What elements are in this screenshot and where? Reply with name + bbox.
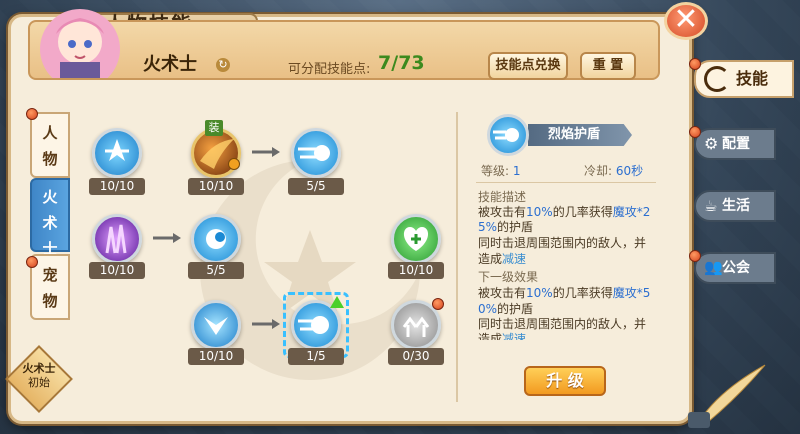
guild-people-icon: 👥 bbox=[704, 258, 723, 276]
points-total: 73 bbox=[398, 52, 425, 74]
next-line: 同时击退周围范围内的敌人，并 bbox=[478, 317, 647, 331]
level-info: 等级: 1 bbox=[481, 162, 521, 179]
desc-line: 5%的护盾 bbox=[478, 220, 533, 235]
sidenav-notify-dot bbox=[689, 250, 701, 262]
tree-arrow bbox=[252, 147, 280, 157]
skill-notify-dot bbox=[432, 298, 444, 310]
next-text: 的护盾 bbox=[497, 302, 534, 316]
class-badge-line1: 火术士 bbox=[22, 362, 56, 375]
next-line: 0%的护盾 bbox=[478, 302, 533, 317]
close-button[interactable]: ✕ bbox=[664, 2, 708, 40]
tab-character[interactable]: 人 物 bbox=[30, 112, 70, 178]
equip-tag: 装 bbox=[205, 120, 223, 136]
tab-pet-dot bbox=[26, 256, 38, 268]
avatar bbox=[30, 4, 130, 78]
tab-character-dot bbox=[26, 108, 38, 120]
desc-text: 的护盾 bbox=[497, 220, 534, 234]
next-highlight: 10% bbox=[526, 286, 553, 300]
next-text: 的几率获得 bbox=[552, 286, 613, 300]
cooldown-value: 60秒 bbox=[615, 164, 644, 178]
tab-fire-mage-label: 火 术 士 bbox=[42, 188, 58, 258]
skill-count: 5/5 bbox=[288, 178, 344, 195]
tree-arrow bbox=[153, 233, 181, 243]
tree-arrow bbox=[252, 319, 280, 329]
next-text: 造成 bbox=[478, 332, 503, 340]
skill-node-flame-dash[interactable] bbox=[291, 128, 341, 178]
sidenav-guild[interactable]: 👥 公会 bbox=[694, 252, 776, 284]
sidenav-config[interactable]: ⚙ 配置 bbox=[694, 128, 776, 160]
next-highlight: 减速 bbox=[502, 332, 527, 340]
detail-scroll[interactable]: 技能描述 被攻击有10%的几率获得魔攻*2 5%的护盾 同时击退周围范围内的敌人… bbox=[476, 190, 656, 340]
desc-line: 造成减速 bbox=[478, 252, 526, 267]
desc-line: 被攻击有10%的几率获得魔攻*2 bbox=[478, 205, 650, 220]
desc-title: 技能描述 bbox=[478, 190, 527, 204]
cooldown-label: 冷却: bbox=[584, 164, 613, 178]
points-label: 可分配技能点: bbox=[288, 62, 371, 77]
class-badge-line2: 初始 bbox=[28, 376, 50, 389]
points-current: 7 bbox=[378, 52, 392, 74]
skill-count: 1/5 bbox=[288, 348, 344, 365]
desc-line: 同时击退周围范围内的敌人，并 bbox=[478, 236, 647, 250]
skill-count: 10/10 bbox=[388, 262, 444, 279]
detail-skill-icon bbox=[487, 114, 529, 156]
cooldown-info: 冷却: 60秒 bbox=[584, 162, 643, 179]
next-highlight: 魔攻*5 bbox=[612, 286, 651, 300]
desc-highlight: 减速 bbox=[502, 252, 527, 266]
upgrade-arrow-icon bbox=[330, 296, 344, 308]
desc-text: 被攻击有 bbox=[478, 205, 527, 219]
tab-pet-label: 宠 物 bbox=[42, 266, 58, 310]
desc-highlight: 5% bbox=[478, 220, 498, 234]
skill-count: 10/10 bbox=[89, 262, 145, 279]
skill-count: 0/30 bbox=[388, 348, 444, 365]
detail-separator bbox=[476, 182, 656, 183]
skill-badge-icon bbox=[228, 158, 240, 170]
tab-fire-mage[interactable]: 火 术 士 bbox=[30, 178, 70, 258]
class-badge-text: 火术士 初始 bbox=[13, 362, 65, 390]
next-text: 被攻击有 bbox=[478, 286, 527, 300]
sidenav-life[interactable]: ☕ 生活 bbox=[694, 190, 776, 222]
sidenav-notify-dot bbox=[689, 58, 701, 70]
desc-highlight: 魔攻*2 bbox=[612, 205, 651, 219]
gear-icon: ⚙ bbox=[704, 134, 719, 153]
sidenav-guild-label: 公会 bbox=[722, 260, 750, 276]
class-name: 火术士 bbox=[143, 54, 197, 75]
tab-character-label: 人 物 bbox=[42, 124, 58, 168]
skill-count: 10/10 bbox=[188, 348, 244, 365]
desc-text: 造成 bbox=[478, 252, 503, 266]
next-highlight: 0% bbox=[478, 302, 498, 316]
panel-divider bbox=[456, 112, 458, 402]
exchange-points-button[interactable]: 技能点兑换 bbox=[488, 52, 568, 80]
sidenav-skill[interactable]: 技能 bbox=[694, 60, 794, 98]
skill-node-heal[interactable] bbox=[391, 214, 441, 264]
next-line: 被攻击有10%的几率获得魔攻*5 bbox=[478, 286, 650, 301]
level-value: 1 bbox=[512, 164, 521, 178]
skill-name-bar: 烈焰护盾 bbox=[528, 124, 632, 146]
skill-count: 10/10 bbox=[188, 178, 244, 195]
skill-count: 5/5 bbox=[188, 262, 244, 279]
class-info-icon[interactable]: ↻ bbox=[216, 58, 230, 72]
skill-node-holy-burst[interactable] bbox=[92, 128, 142, 178]
sidenav-life-label: 生活 bbox=[722, 198, 750, 214]
next-title: 下一级效果 bbox=[478, 270, 539, 284]
desc-highlight: 10% bbox=[526, 205, 553, 219]
next-line: 造成减速 bbox=[478, 332, 526, 340]
level-label: 等级: bbox=[481, 164, 510, 178]
sidenav-notify-dot bbox=[689, 126, 701, 138]
skill-swirl-icon bbox=[704, 66, 730, 92]
desc-text: 的几率获得 bbox=[552, 205, 613, 219]
teacup-icon: ☕ bbox=[704, 197, 718, 215]
sidenav-config-label: 配置 bbox=[722, 136, 750, 152]
quill-icon bbox=[688, 364, 766, 428]
skill-count: 10/10 bbox=[89, 178, 145, 195]
skill-node-purple-blaze[interactable] bbox=[92, 214, 142, 264]
skill-node-fire-orb[interactable] bbox=[191, 214, 241, 264]
upgrade-button[interactable]: 升 级 bbox=[524, 366, 606, 396]
reset-button[interactable]: 重 置 bbox=[580, 52, 636, 80]
skill-node-ice-shard[interactable] bbox=[191, 300, 241, 350]
points-value: 7/73 bbox=[378, 52, 425, 74]
